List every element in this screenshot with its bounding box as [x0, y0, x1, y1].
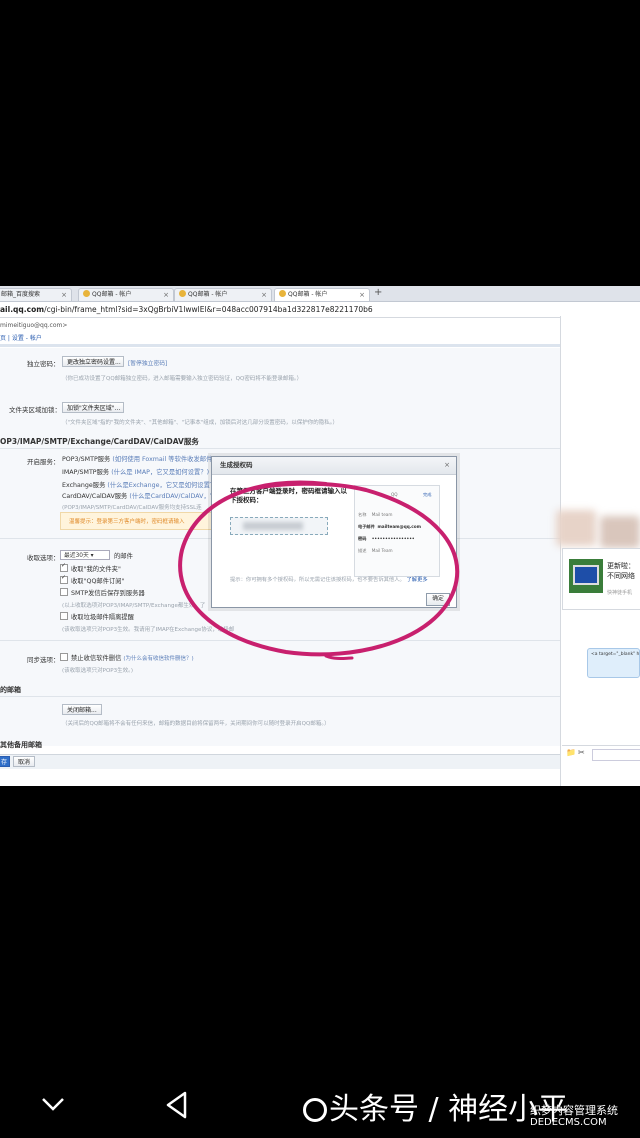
chevron-down-icon[interactable] — [40, 1094, 66, 1114]
dedecms-en: DEDECMS.COM — [530, 1117, 607, 1128]
recv-range-value: 最近30天 — [64, 553, 89, 559]
opt-label: 收取"我的文件夹" — [71, 566, 121, 573]
caldav-label: CardDAV/CalDAV服务 — [62, 493, 128, 500]
close-icon[interactable]: × — [163, 289, 169, 301]
account-email[interactable]: mimeitiguo@qq.com> — [0, 322, 67, 329]
tab-label: QQ邮箱 - 帐户 — [92, 291, 132, 298]
sync-option[interactable]: 禁止收信软件删信 (为什么会有收信软件删信？) — [60, 653, 194, 662]
pause-indep-pwd-link[interactable]: [暂停独立密码] — [128, 358, 167, 367]
address-bar[interactable]: ail.qq.com/cgi-bin/frame_html?sid=3xQgBr… — [0, 302, 640, 318]
chat-code-bubble: <a target="_blank" h... bin/qm_share?t=q… — [587, 648, 640, 678]
header-divider — [0, 344, 640, 347]
warning-text: 温馨提示：登录第三方客户端时，密码框请输入 — [69, 519, 185, 525]
recv-range-select[interactable]: 最近30天 ▾ — [60, 550, 110, 560]
circle-icon — [303, 1098, 327, 1122]
scissors-icon[interactable]: ✂ — [578, 748, 585, 757]
change-indep-pwd-button[interactable]: 更改独立密码设置... — [62, 356, 124, 367]
new-tab-button[interactable]: + — [374, 287, 382, 298]
notification-title: 更新啦： — [607, 562, 635, 570]
opt-qq-subscribe[interactable]: 收取"QQ邮件订阅" — [60, 574, 125, 585]
pop3-help-link[interactable]: (如何使用 Foxmail 等软件收发邮件？) — [112, 456, 221, 463]
recv-options-label: 收取选项： — [27, 554, 60, 562]
opt-label: SMTP发信后保存到服务器 — [71, 590, 145, 597]
folder-lock-button[interactable]: 加锁"文件夹区域"... — [62, 402, 124, 413]
blurred-avatar — [556, 510, 596, 546]
opt-label: 禁止收信软件删信 — [71, 655, 122, 662]
blurred-avatar — [600, 516, 640, 548]
opt-label: 收取垃圾邮件隔离提醒 — [71, 614, 134, 621]
imap-label: IMAP/SMTP服务 — [62, 469, 110, 476]
breadcrumb[interactable]: 页 | 设置 - 帐户 — [0, 333, 42, 342]
tab-qq-2[interactable]: QQ邮箱 - 帐户 × — [174, 288, 272, 301]
checkbox[interactable] — [60, 653, 68, 661]
chat-input[interactable] — [592, 749, 640, 761]
tab-qq-3[interactable]: QQ邮箱 - 帐户 × — [274, 288, 370, 301]
close-mailbox-section: 的邮箱 — [0, 686, 21, 694]
url-host: ail.qq.com — [0, 305, 45, 314]
dedecms-watermark: 织梦内容管理系统 DEDECMS.COM — [516, 1102, 640, 1132]
tab-baidu[interactable]: 邮箱_百度搜索 × — [0, 288, 72, 301]
close-mailbox-hint: （关闭后的QQ邮箱将不会有任何来信，邮箱的数据目前将保留两年，关闭期间你可以随时… — [62, 721, 330, 727]
opt-my-folder[interactable]: 收取"我的文件夹" — [60, 562, 121, 573]
chat-toolbar: 📁 ✂ — [562, 745, 640, 762]
red-annotation-circle — [178, 480, 460, 660]
folder-lock-hint: （"文件夹区域"指的"我的文件夹"、"其他邮箱"、"记事本"组成，加锁后对这几部… — [62, 420, 338, 426]
checkbox-checked[interactable] — [60, 562, 68, 572]
back-triangle-icon[interactable] — [163, 1090, 191, 1120]
save-button[interactable]: 存 — [0, 756, 10, 767]
tab-label: QQ邮箱 - 帐户 — [288, 291, 328, 298]
chat-notification[interactable]: 更新啦： 不同网络 快神徒手机 — [562, 548, 640, 610]
opt-smtp-save[interactable]: SMTP发信后保存到服务器 — [60, 588, 145, 597]
qq-mail-icon — [279, 290, 286, 297]
folder-lock-label: 文件夹区域加锁： — [9, 406, 61, 414]
close-mailbox-button[interactable]: 关闭邮箱... — [62, 704, 102, 715]
checkbox[interactable] — [60, 588, 68, 596]
other-mailbox-section: 其他备用邮箱 — [0, 741, 42, 749]
checkbox-checked[interactable] — [60, 574, 68, 584]
opt-label: 收取"QQ邮件订阅" — [71, 578, 125, 585]
qq-mail-icon — [83, 290, 90, 297]
open-service-label: 开启服务： — [27, 458, 60, 466]
close-icon[interactable]: × — [261, 289, 267, 301]
section-divider — [0, 448, 560, 449]
url-path: /cgi-bin/frame_html?sid=3xQgBrbiV1lwwlEl… — [44, 305, 373, 314]
sync-options-label: 同步选项： — [27, 656, 60, 664]
exchange-label: Exchange服务 — [62, 482, 106, 489]
close-icon[interactable]: × — [61, 289, 67, 301]
folder-icon[interactable]: 📁 — [566, 748, 576, 757]
bottom-action-bar — [0, 754, 560, 769]
indep-pwd-hint: （你已成功设置了QQ邮箱独立密码，进入邮箱需要输入独立密码验证，QQ密码将不能登… — [62, 376, 303, 382]
sync-hint: (该收取选项只对POP3生效。) — [62, 668, 134, 674]
pop3-label: POP3/SMTP服务 — [62, 456, 111, 463]
dedecms-cn: 织梦内容管理系统 — [530, 1104, 618, 1117]
close-icon[interactable]: × — [359, 289, 365, 301]
close-icon[interactable]: × — [444, 461, 450, 469]
indep-pwd-label: 独立密码： — [27, 360, 60, 368]
pop3-service: POP3/SMTP服务 (如何使用 Foxmail 等软件收发邮件？) — [62, 454, 221, 463]
opt-junk-reminder[interactable]: 收取垃圾邮件隔离提醒 — [60, 612, 134, 621]
cancel-button[interactable]: 取消 — [13, 756, 35, 767]
section-divider — [0, 696, 560, 697]
checkbox[interactable] — [60, 612, 68, 620]
notification-source: 快神徒手机 — [607, 590, 633, 596]
qq-mail-icon — [179, 290, 186, 297]
recv-suffix: 的邮件 — [114, 553, 133, 560]
notification-text: 不同网络 — [607, 572, 635, 580]
tab-qq-1[interactable]: QQ邮箱 - 帐户 × — [78, 288, 174, 301]
browser-tab-bar: 邮箱_百度搜索 × QQ邮箱 - 帐户 × QQ邮箱 - 帐户 × QQ邮箱 - 帐户… — [0, 286, 640, 302]
tab-label: 邮箱_百度搜索 — [1, 291, 41, 298]
notification-image — [569, 559, 603, 593]
tab-label: QQ邮箱 - 帐户 — [188, 291, 228, 298]
pop-section-title: OP3/IMAP/SMTP/Exchange/CardDAV/CalDAV服务 — [0, 437, 199, 446]
